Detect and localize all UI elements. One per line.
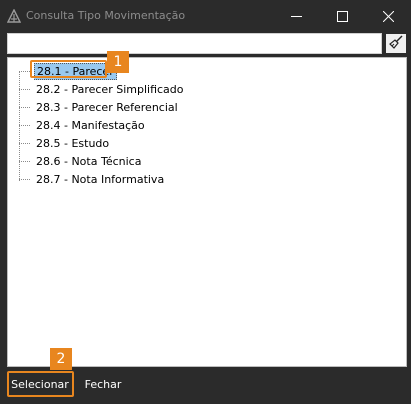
tree-item[interactable]: 28.6 - Nota Técnica	[19, 152, 186, 170]
callout-number-1: 1	[107, 51, 129, 73]
search-input[interactable]	[7, 33, 382, 54]
tree-item[interactable]: 28.3 - Parecer Referencial	[19, 98, 186, 116]
tree-item[interactable]: 28.4 - Manifestação	[19, 116, 186, 134]
tree-item-label: 28.3 - Parecer Referencial	[36, 100, 178, 114]
broom-icon	[389, 35, 403, 52]
clear-search-button[interactable]	[386, 34, 406, 53]
tree-item-label: 28.4 - Manifestação	[36, 118, 145, 132]
dialog-window: Consulta Tipo Movimentação 28.1 - Parece…	[0, 0, 411, 404]
tree-branch-line	[19, 70, 30, 72]
tree-branch-line	[19, 160, 30, 162]
close-icon	[382, 10, 394, 22]
tree-branch-line	[19, 178, 30, 180]
tree-branch-line	[19, 142, 30, 144]
tree-item-label: 28.6 - Nota Técnica	[36, 154, 142, 168]
tree-item-label: 28.2 - Parecer Simplificado	[36, 82, 184, 96]
minimize-icon	[290, 11, 302, 22]
search-row	[7, 33, 407, 54]
close-button[interactable]: Fechar	[82, 372, 124, 396]
tree-item[interactable]: 28.7 - Nota Informativa	[19, 170, 186, 188]
triangle-logo-icon	[6, 8, 22, 23]
title-bar[interactable]: Consulta Tipo Movimentação	[0, 0, 411, 32]
tree-item-label: 28.7 - Nota Informativa	[36, 172, 165, 186]
callout-highlight-2	[7, 371, 74, 397]
tree-item-label: 28.5 - Estudo	[36, 136, 110, 150]
tree-branch-line	[19, 88, 30, 90]
tree-panel: 28.1 - Parecer 28.2 - Parecer Simplifica…	[7, 57, 407, 367]
tree-branch-line	[19, 124, 30, 126]
tree-item[interactable]: 28.5 - Estudo	[19, 134, 186, 152]
tree-branch-line	[19, 106, 30, 108]
type-tree: 28.1 - Parecer 28.2 - Parecer Simplifica…	[19, 62, 186, 188]
minimize-button[interactable]	[273, 0, 319, 32]
callout-highlight-1	[30, 60, 107, 78]
callout-number-2: 2	[50, 348, 72, 370]
maximize-button[interactable]	[319, 0, 365, 32]
close-window-button[interactable]	[365, 0, 411, 32]
window-title: Consulta Tipo Movimentação	[26, 9, 186, 22]
tree-item[interactable]: 28.2 - Parecer Simplificado	[19, 80, 186, 98]
maximize-icon	[336, 10, 348, 22]
